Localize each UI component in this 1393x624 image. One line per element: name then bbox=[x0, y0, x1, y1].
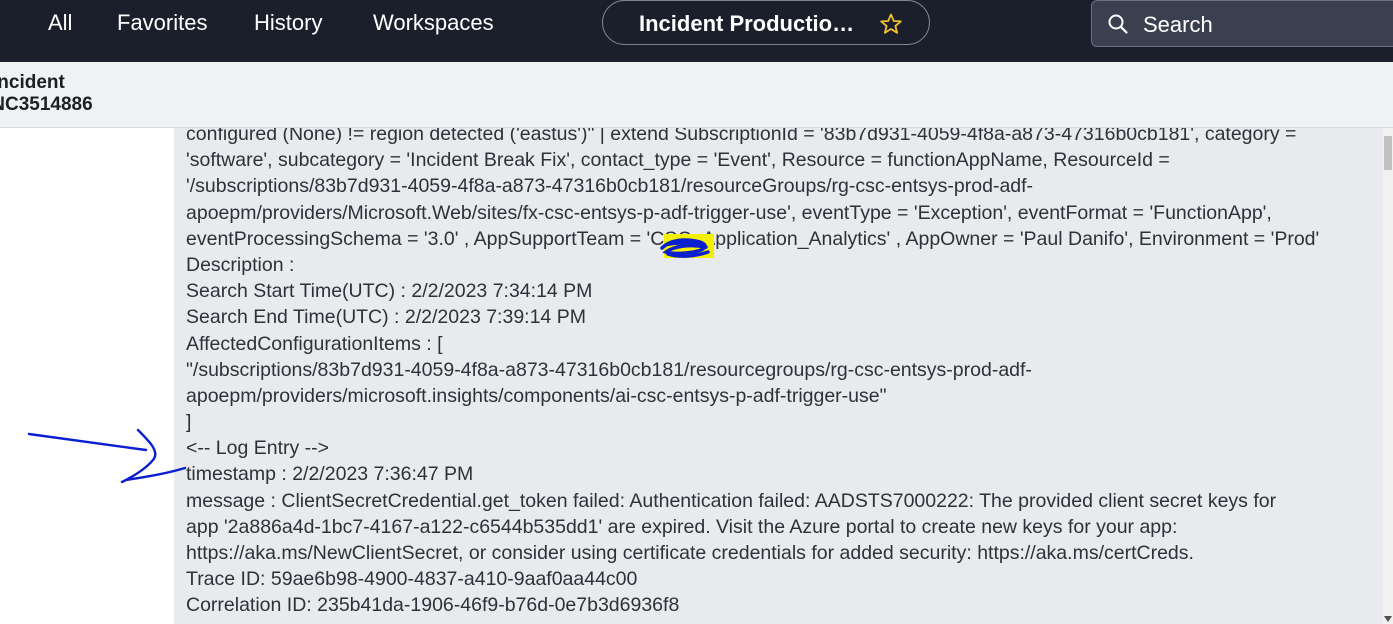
scroll-down-arrow-icon[interactable] bbox=[1384, 616, 1392, 622]
log-line: eventProcessingSchema = '3.0' , AppSuppo… bbox=[186, 227, 1320, 250]
global-search-input[interactable]: Search bbox=[1091, 0, 1393, 47]
log-line: timestamp : 2/2/2023 7:36:47 PM bbox=[186, 463, 474, 486]
scrollbar-thumb[interactable] bbox=[1384, 136, 1392, 170]
log-line: <-- Log Entry --> bbox=[186, 437, 330, 460]
star-outline-icon[interactable] bbox=[879, 12, 903, 36]
search-icon bbox=[1106, 12, 1130, 36]
pinned-record-tab[interactable]: Incident Productio… bbox=[602, 0, 930, 45]
search-placeholder: Search bbox=[1143, 12, 1213, 37]
log-description-field[interactable]: configured (None) != region detected ('e… bbox=[174, 128, 1383, 624]
nav-history[interactable]: History bbox=[254, 0, 322, 46]
top-navigation-bar: All Favorites History Workspaces Inciden… bbox=[0, 0, 1393, 62]
log-line: apoepm/providers/Microsoft.Web/sites/fx-… bbox=[186, 201, 1272, 224]
log-line: "/subscriptions/83b7d931-4059-4f8a-a873-… bbox=[186, 358, 1032, 381]
record-type: Incident bbox=[0, 72, 65, 93]
log-line: Description : bbox=[186, 253, 295, 276]
log-line: message : ClientSecretCredential.get_tok… bbox=[186, 489, 1277, 512]
log-line: apoepm/providers/microsoft.insights/comp… bbox=[186, 384, 887, 407]
log-line: Correlation ID: 235b41da-1906-46f9-b76d-… bbox=[186, 594, 680, 617]
log-line: '/subscriptions/83b7d931-4059-4f8a-a873-… bbox=[186, 175, 1034, 198]
log-line: Search Start Time(UTC) : 2/2/2023 7:34:1… bbox=[186, 280, 593, 303]
nav-all[interactable]: All bbox=[48, 0, 72, 46]
pinned-record-tab-label: Incident Productio… bbox=[639, 11, 855, 36]
annotation-arrow bbox=[27, 428, 187, 484]
nav-favorites[interactable]: Favorites bbox=[117, 0, 207, 46]
log-line: 'software', subcategory = 'Incident Brea… bbox=[186, 149, 1170, 172]
log-line: AffectedConfigurationItems : [ bbox=[186, 332, 443, 355]
log-text: configured (None) != region detected ('e… bbox=[186, 128, 1378, 619]
record-header: Incident INC3514886 bbox=[0, 62, 1393, 128]
vertical-scrollbar[interactable] bbox=[1383, 128, 1393, 624]
log-line: configured (None) != region detected ('e… bbox=[186, 128, 1297, 145]
log-line: ] bbox=[186, 411, 192, 434]
record-number: INC3514886 bbox=[0, 94, 93, 115]
log-line: app '2a886a4d-1bc7-4167-a122-c6544b535dd… bbox=[186, 515, 1178, 538]
log-line: https://aka.ms/NewClientSecret, or consi… bbox=[186, 542, 1194, 564]
log-line: Trace ID: 59ae6b98-4900-4837-a410-9aaf0a… bbox=[186, 568, 638, 591]
nav-workspaces[interactable]: Workspaces bbox=[373, 0, 494, 46]
log-line: Search End Time(UTC) : 2/2/2023 7:39:14 … bbox=[186, 306, 586, 329]
